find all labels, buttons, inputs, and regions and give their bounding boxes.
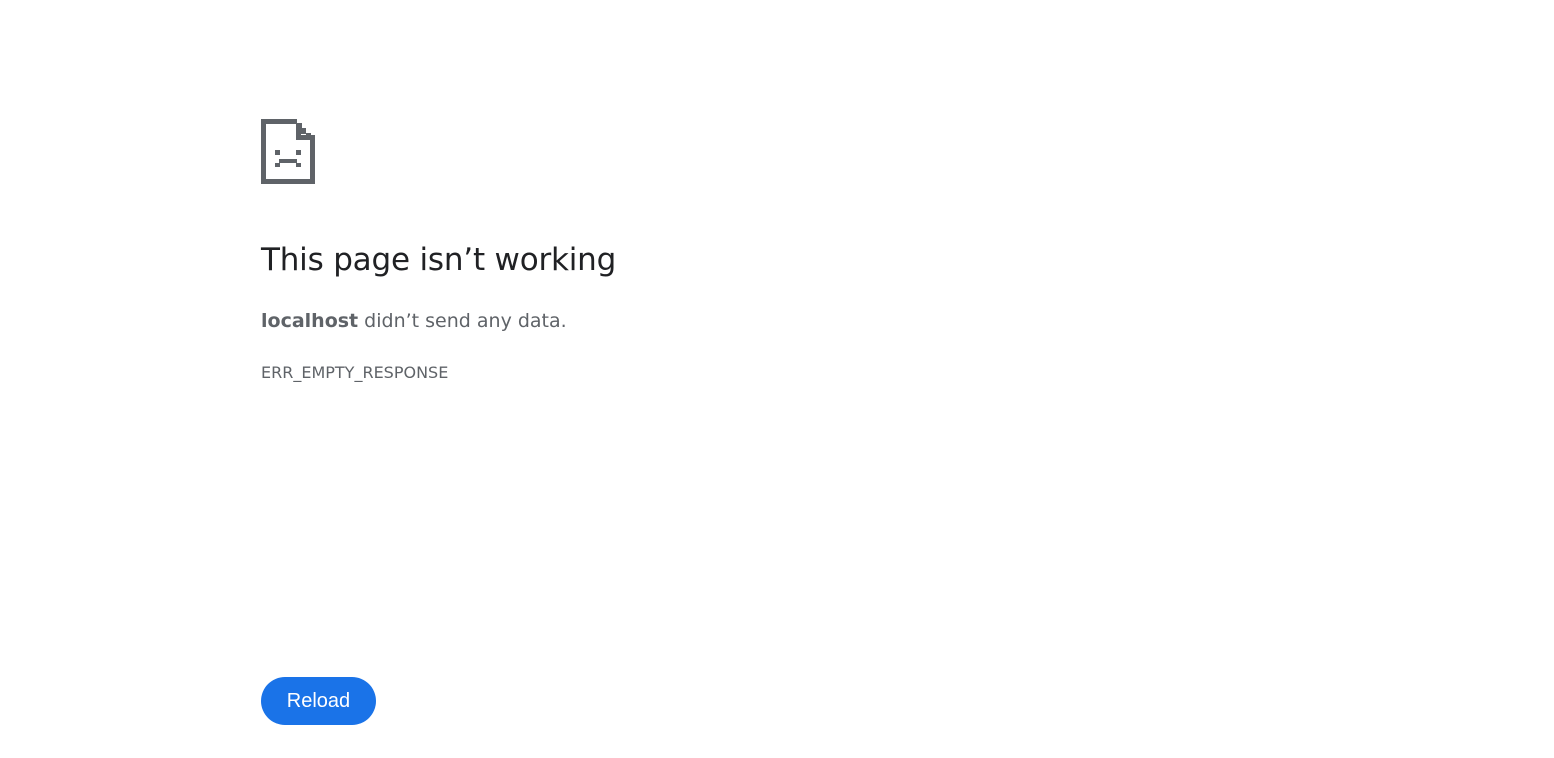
error-headline: This page isn’t working — [261, 242, 617, 278]
error-host: localhost — [261, 310, 359, 332]
error-page: This page isn’t working localhost didn’t… — [0, 0, 1554, 758]
reload-button[interactable]: Reload — [261, 677, 376, 725]
error-message: didn’t send any data. — [358, 310, 567, 332]
error-code: ERR_EMPTY_RESPONSE — [261, 363, 449, 382]
sad-page-icon — [261, 119, 315, 184]
error-summary: localhost didn’t send any data. — [261, 307, 567, 335]
